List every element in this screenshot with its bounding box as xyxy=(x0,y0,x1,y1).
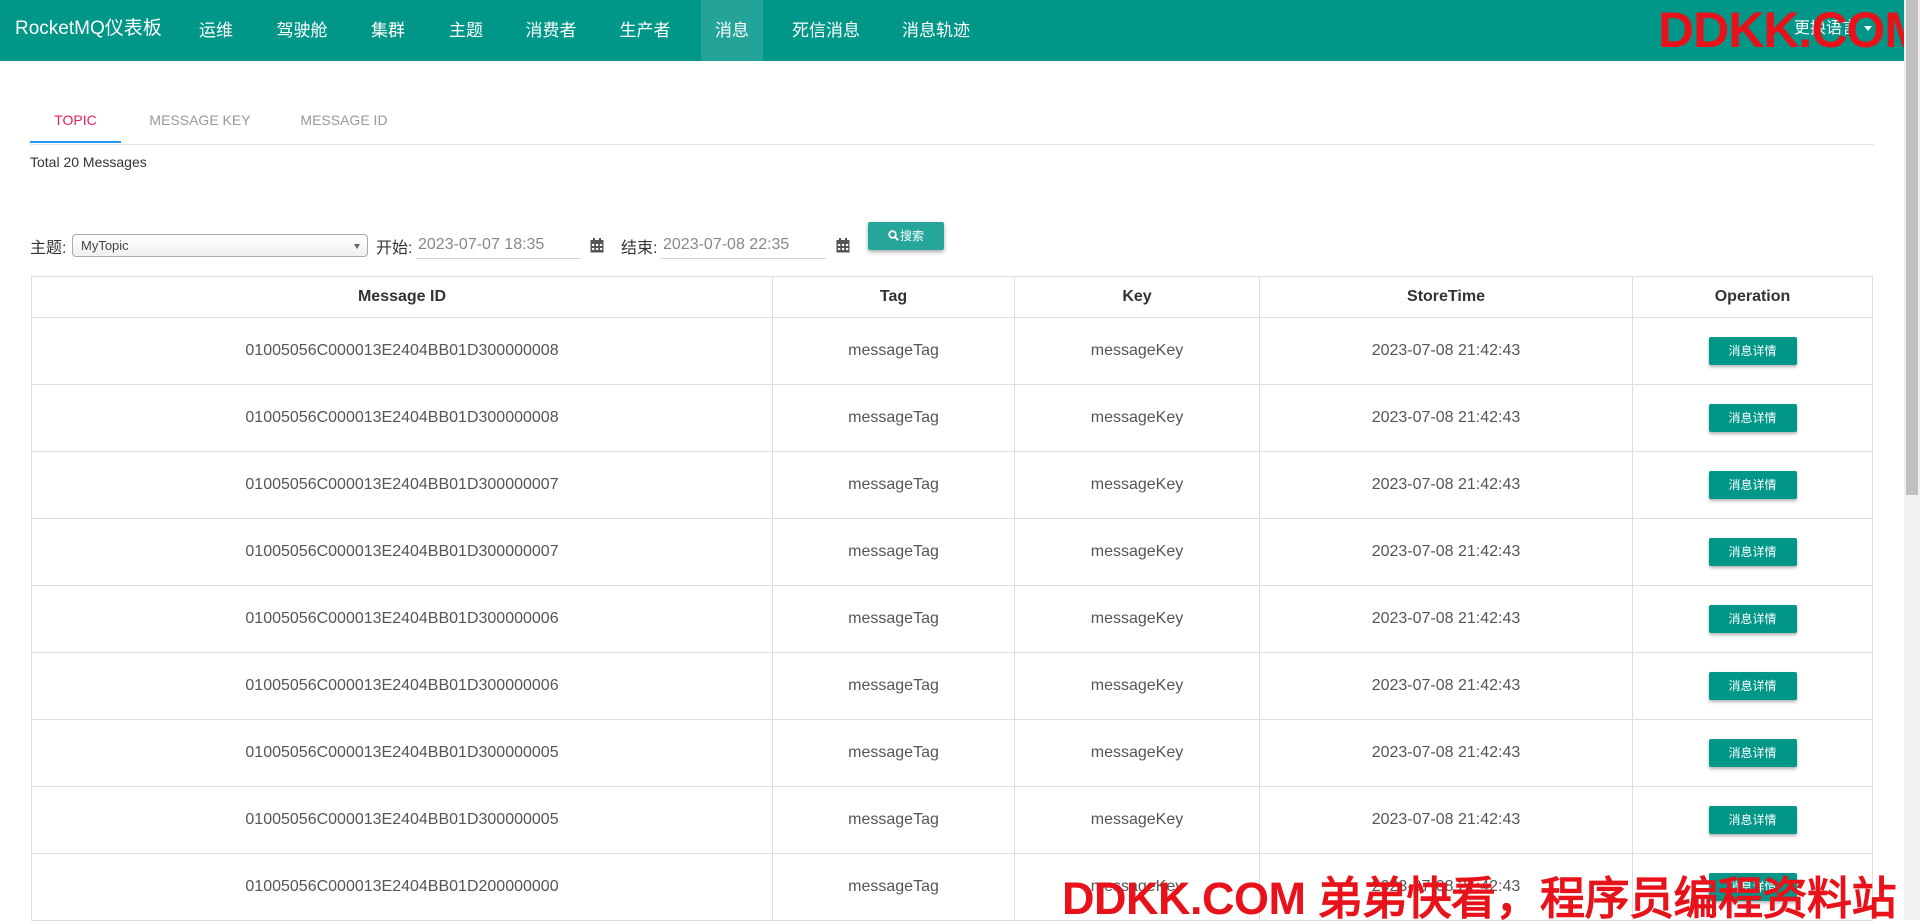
calendar-icon[interactable] xyxy=(590,238,604,253)
operation-cell: 消息详情 xyxy=(1632,719,1873,787)
store-time-cell: 2023-07-08 21:42:43 xyxy=(1259,719,1633,787)
messages-table: Message ID Tag Key StoreTime Operation 0… xyxy=(31,276,1873,921)
message-id-cell: 01005056C000013E2404BB01D300000008 xyxy=(31,317,773,385)
tag-cell: messageTag xyxy=(772,719,1015,787)
message-id-cell: 01005056C000013E2404BB01D300000005 xyxy=(31,719,773,787)
store-time-cell: 2023-07-08 21:42:43 xyxy=(1259,317,1633,385)
message-detail-button[interactable]: 消息详情 xyxy=(1708,806,1797,834)
tag-cell: messageTag xyxy=(772,585,1015,653)
calendar-icon[interactable] xyxy=(836,238,850,253)
watermark-top: DDKK.COM xyxy=(1658,2,1920,58)
store-time-cell: 2023-07-08 21:42:43 xyxy=(1259,518,1633,586)
watermark-bottom: DDKK.COM 弟弟快看，程序员编程资料站 xyxy=(1062,873,1896,924)
message-detail-button[interactable]: 消息详情 xyxy=(1708,739,1797,767)
nav-item-topic[interactable]: 主题 xyxy=(436,0,496,61)
nav-item-consumer[interactable]: 消费者 xyxy=(514,0,588,61)
header-tag: Tag xyxy=(772,276,1015,318)
start-time-input[interactable] xyxy=(416,231,581,259)
message-id-cell: 01005056C000013E2404BB01D300000007 xyxy=(31,518,773,586)
table-row: 01005056C000013E2404BB01D300000006 messa… xyxy=(31,585,1873,653)
start-time-label: 开始: xyxy=(376,240,413,257)
header-message-id: Message ID xyxy=(31,276,773,318)
tag-cell: messageTag xyxy=(772,853,1015,921)
message-id-cell: 01005056C000013E2404BB01D300000007 xyxy=(31,451,773,519)
table-row: 01005056C000013E2404BB01D300000005 messa… xyxy=(31,786,1873,854)
vertical-scrollbar-thumb[interactable] xyxy=(1906,0,1918,495)
message-id-cell: 01005056C000013E2404BB01D300000005 xyxy=(31,786,773,854)
nav-item-cluster[interactable]: 集群 xyxy=(358,0,418,61)
operation-cell: 消息详情 xyxy=(1632,317,1873,385)
tag-cell: messageTag xyxy=(772,652,1015,720)
operation-cell: 消息详情 xyxy=(1632,518,1873,586)
tag-cell: messageTag xyxy=(772,518,1015,586)
tab-message-id[interactable]: MESSAGE ID xyxy=(284,106,404,143)
end-time-input[interactable] xyxy=(661,231,826,259)
operation-cell: 消息详情 xyxy=(1632,652,1873,720)
key-cell: messageKey xyxy=(1014,585,1260,653)
store-time-cell: 2023-07-08 21:42:43 xyxy=(1259,652,1633,720)
topic-select[interactable]: MyTopic xyxy=(72,234,368,257)
tab-topic[interactable]: TOPIC xyxy=(30,106,121,143)
search-icon xyxy=(888,230,899,242)
message-id-cell: 01005056C000013E2404BB01D200000000 xyxy=(31,853,773,921)
key-cell: messageKey xyxy=(1014,786,1260,854)
key-cell: messageKey xyxy=(1014,652,1260,720)
end-time-label: 结束: xyxy=(621,240,658,257)
key-cell: messageKey xyxy=(1014,518,1260,586)
operation-cell: 消息详情 xyxy=(1632,786,1873,854)
operation-cell: 消息详情 xyxy=(1632,384,1873,452)
message-detail-button[interactable]: 消息详情 xyxy=(1708,404,1797,432)
message-id-cell: 01005056C000013E2404BB01D300000006 xyxy=(31,585,773,653)
message-detail-button[interactable]: 消息详情 xyxy=(1708,471,1797,499)
table-header-row: Message ID Tag Key StoreTime Operation xyxy=(31,276,1873,318)
nav-item-dashboard[interactable]: 驾驶舱 xyxy=(268,0,336,61)
nav-item-producer[interactable]: 生产者 xyxy=(606,0,684,61)
message-detail-button[interactable]: 消息详情 xyxy=(1708,337,1797,365)
table-row: 01005056C000013E2404BB01D300000005 messa… xyxy=(31,719,1873,787)
nav-item-message-trace[interactable]: 消息轨迹 xyxy=(894,0,978,61)
table-row: 01005056C000013E2404BB01D300000006 messa… xyxy=(31,652,1873,720)
table-row: 01005056C000013E2404BB01D300000007 messa… xyxy=(31,518,1873,586)
message-detail-button[interactable]: 消息详情 xyxy=(1708,672,1797,700)
key-cell: messageKey xyxy=(1014,451,1260,519)
key-cell: messageKey xyxy=(1014,317,1260,385)
message-id-cell: 01005056C000013E2404BB01D300000006 xyxy=(31,652,773,720)
search-button[interactable]: 搜索 xyxy=(868,222,944,250)
store-time-cell: 2023-07-08 21:42:43 xyxy=(1259,786,1633,854)
topic-select-value: MyTopic xyxy=(81,238,129,253)
header-operation: Operation xyxy=(1632,276,1873,318)
tag-cell: messageTag xyxy=(772,786,1015,854)
tag-cell: messageTag xyxy=(772,451,1015,519)
key-cell: messageKey xyxy=(1014,384,1260,452)
header-key: Key xyxy=(1014,276,1260,318)
operation-cell: 消息详情 xyxy=(1632,585,1873,653)
store-time-cell: 2023-07-08 21:42:43 xyxy=(1259,384,1633,452)
store-time-cell: 2023-07-08 21:42:43 xyxy=(1259,451,1633,519)
operation-cell: 消息详情 xyxy=(1632,451,1873,519)
tag-cell: messageTag xyxy=(772,384,1015,452)
nav-item-message[interactable]: 消息 xyxy=(701,0,763,61)
dropdown-arrow-icon xyxy=(354,244,360,249)
table-row: 01005056C000013E2404BB01D300000007 messa… xyxy=(31,451,1873,519)
tag-cell: messageTag xyxy=(772,317,1015,385)
table-row: 01005056C000013E2404BB01D300000008 messa… xyxy=(31,384,1873,452)
table-row: 01005056C000013E2404BB01D300000008 messa… xyxy=(31,317,1873,385)
total-messages-count: Total 20 Messages xyxy=(30,154,147,170)
search-mode-tabs: TOPIC MESSAGE KEY MESSAGE ID xyxy=(30,106,1874,145)
topic-label: 主题: xyxy=(30,240,67,257)
nav-item-ops[interactable]: 运维 xyxy=(188,0,244,61)
top-navbar: RocketMQ仪表板 运维 驾驶舱 集群 主题 消费者 生产者 消息 死信消息… xyxy=(0,0,1920,61)
message-id-cell: 01005056C000013E2404BB01D300000008 xyxy=(31,384,773,452)
tab-message-key[interactable]: MESSAGE KEY xyxy=(136,106,264,143)
header-store-time: StoreTime xyxy=(1259,276,1633,318)
store-time-cell: 2023-07-08 21:42:43 xyxy=(1259,585,1633,653)
message-detail-button[interactable]: 消息详情 xyxy=(1708,538,1797,566)
nav-item-dlq-message[interactable]: 死信消息 xyxy=(784,0,868,61)
key-cell: messageKey xyxy=(1014,719,1260,787)
message-detail-button[interactable]: 消息详情 xyxy=(1708,605,1797,633)
search-button-label: 搜索 xyxy=(899,229,924,243)
brand-title[interactable]: RocketMQ仪表板 xyxy=(15,0,162,57)
